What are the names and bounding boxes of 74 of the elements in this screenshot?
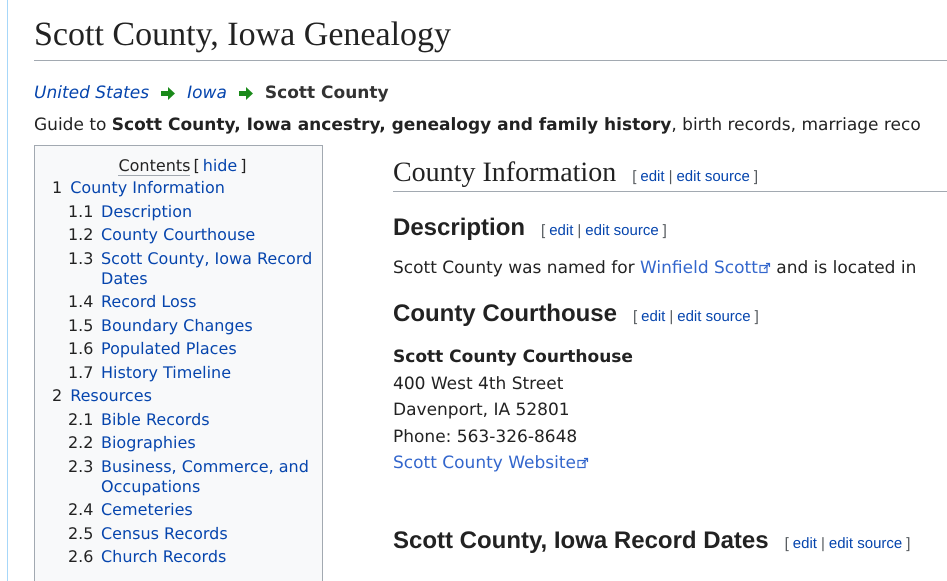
contents-title: Contents bbox=[118, 156, 190, 176]
edit-link[interactable]: edit source bbox=[585, 222, 659, 239]
edit-link[interactable]: edit bbox=[641, 308, 666, 325]
toc-number: 2.1 bbox=[68, 410, 93, 430]
toc-number: 2.6 bbox=[68, 547, 93, 567]
separator: | bbox=[820, 534, 825, 552]
toc-link[interactable]: Census Records bbox=[101, 524, 228, 544]
edit-link[interactable]: edit source bbox=[828, 534, 902, 552]
subsection-heading: Description bbox=[393, 214, 526, 242]
external-link-icon bbox=[758, 262, 771, 274]
bracket: ] bbox=[754, 308, 759, 325]
toc-link[interactable]: Record Loss bbox=[101, 292, 196, 312]
toc-number: 2.4 bbox=[68, 500, 93, 520]
page-title: Scott County, Iowa Genealogy bbox=[34, 14, 947, 61]
external-link-icon bbox=[577, 457, 589, 469]
intro-text: Guide to Scott County, Iowa ancestry, genealogy and family history, birth records, marriage reco bbox=[34, 115, 922, 135]
edit-link[interactable]: edit source bbox=[677, 308, 751, 325]
bracket: [ bbox=[784, 534, 789, 552]
arrow-right-icon bbox=[238, 86, 253, 100]
breadcrumb-current: Scott County bbox=[264, 83, 389, 103]
toc-link[interactable]: Description bbox=[101, 202, 192, 222]
website-link[interactable]: Scott County Website bbox=[393, 453, 589, 473]
bracket: [ bbox=[193, 156, 200, 176]
section-heading: County Information bbox=[393, 157, 616, 189]
hide-link[interactable]: hide bbox=[202, 156, 238, 176]
toc-number: 1.7 bbox=[68, 362, 93, 382]
edit-link[interactable]: edit bbox=[792, 534, 817, 552]
separator: | bbox=[577, 222, 582, 239]
toc-link[interactable]: County Information bbox=[70, 178, 225, 198]
bracket: ] bbox=[754, 168, 758, 185]
toc-link[interactable]: Resources bbox=[70, 386, 152, 406]
subsection-heading: County Courthouse bbox=[393, 300, 617, 328]
bracket: ] bbox=[240, 156, 247, 176]
subsection-heading: Scott County, Iowa Record Dates bbox=[393, 526, 769, 554]
address-name: Scott County Courthouse bbox=[393, 346, 634, 369]
arrow-right-icon bbox=[161, 86, 176, 100]
toc-number: 1.6 bbox=[68, 339, 93, 359]
external-link[interactable]: Winfield Scott bbox=[640, 258, 771, 278]
toc-link[interactable]: Biographies bbox=[101, 433, 196, 453]
toc-number: 2.5 bbox=[68, 524, 93, 544]
toc-link[interactable]: County Courthouse bbox=[101, 225, 256, 245]
toc-link[interactable]: Bible Records bbox=[101, 410, 210, 430]
edit-link[interactable]: edit source bbox=[676, 168, 750, 185]
toc-number: 1.3 bbox=[68, 248, 93, 270]
bracket: [ bbox=[541, 222, 546, 239]
toc-number: 2.2 bbox=[68, 433, 93, 453]
toc-number: 1.5 bbox=[68, 316, 93, 336]
toc-number: 2.3 bbox=[68, 456, 93, 478]
edit-link[interactable]: edit bbox=[640, 168, 665, 185]
bracket: ] bbox=[906, 534, 910, 552]
toc-link[interactable]: History Timeline bbox=[101, 362, 232, 382]
toc-number: 2 bbox=[52, 386, 62, 406]
toc-link[interactable]: Cemeteries bbox=[101, 500, 193, 520]
toc-number: 1.1 bbox=[68, 202, 93, 222]
edit-link[interactable]: edit bbox=[549, 222, 574, 239]
breadcrumb-link[interactable]: United States bbox=[34, 83, 150, 103]
address-line: Davenport, IA 52801 bbox=[393, 399, 571, 422]
toc-link[interactable]: Scott County, Iowa Record Dates bbox=[101, 248, 313, 288]
toc-link[interactable]: Church Records bbox=[101, 547, 226, 567]
separator: | bbox=[668, 168, 672, 185]
breadcrumb-link[interactable]: Iowa bbox=[187, 83, 227, 103]
bracket: [ bbox=[632, 168, 636, 185]
toc-number: 1 bbox=[52, 178, 62, 198]
bracket: [ bbox=[632, 308, 638, 325]
toc-link[interactable]: Populated Places bbox=[101, 339, 237, 359]
bracket: ] bbox=[662, 222, 667, 239]
toc-link[interactable]: Business, Commerce, and Occupations bbox=[101, 456, 313, 496]
separator: | bbox=[669, 308, 674, 325]
description-paragraph: Scott County was named for Winfield Scott and is located in bbox=[393, 258, 918, 278]
address-line: 400 West 4th Street bbox=[393, 372, 564, 396]
toc-link[interactable]: Boundary Changes bbox=[101, 316, 253, 336]
address-line: Phone: 563-326-8648 bbox=[393, 426, 578, 448]
toc-number: 1.4 bbox=[68, 292, 93, 312]
toc-number: 1.2 bbox=[68, 225, 93, 245]
